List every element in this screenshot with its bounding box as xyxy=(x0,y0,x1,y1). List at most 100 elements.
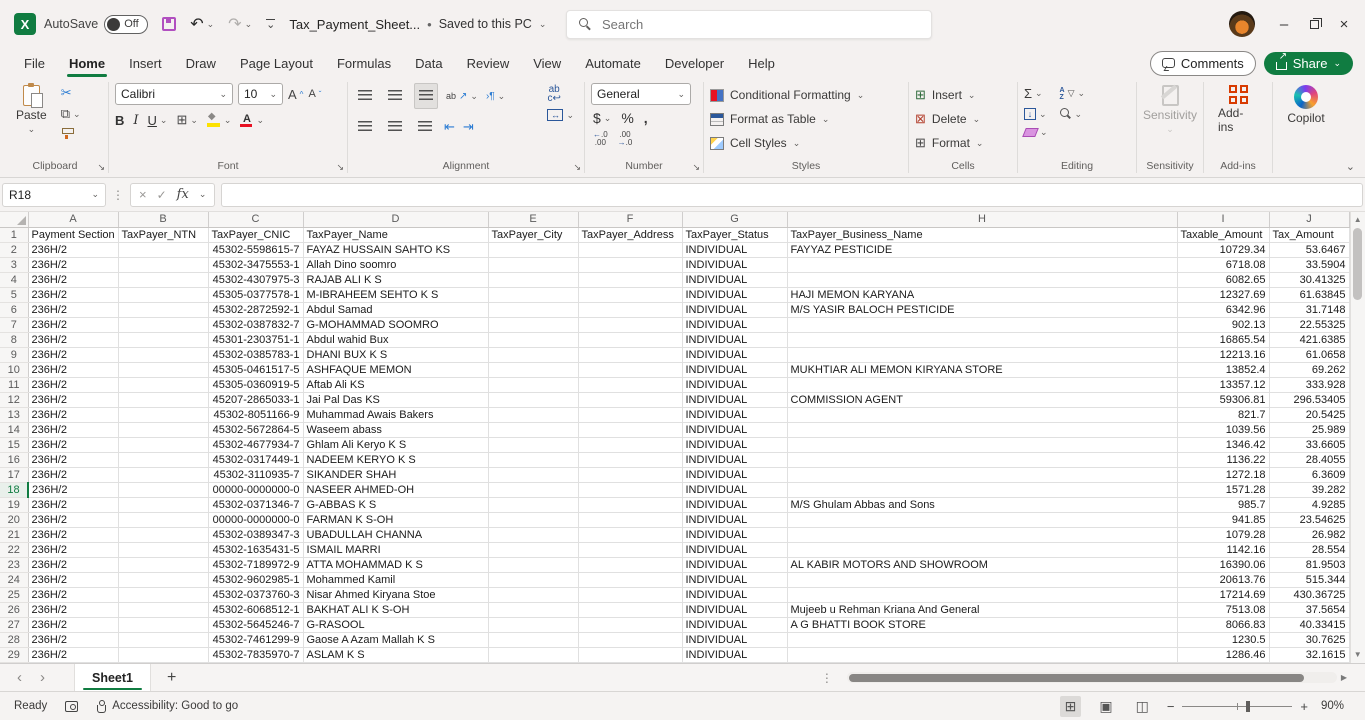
search-box[interactable] xyxy=(566,10,932,39)
cell[interactable]: 985.7 xyxy=(1177,497,1269,512)
cell[interactable]: TaxPayer_Address xyxy=(578,227,682,242)
cell[interactable]: MUKHTIAR ALI MEMON KIRYANA STORE xyxy=(787,362,1177,377)
row-header-24[interactable]: 24 xyxy=(0,572,28,587)
cell[interactable]: INDIVIDUAL xyxy=(682,557,787,572)
cell[interactable]: UBADULLAH CHANNA xyxy=(303,527,488,542)
cell[interactable] xyxy=(787,437,1177,452)
cell[interactable]: 236H/2 xyxy=(28,377,118,392)
cell[interactable] xyxy=(578,437,682,452)
row-header-3[interactable]: 3 xyxy=(0,257,28,272)
prev-sheet-icon[interactable]: ‹ xyxy=(8,669,31,686)
cell[interactable]: 12213.16 xyxy=(1177,347,1269,362)
cell[interactable] xyxy=(787,332,1177,347)
cell[interactable] xyxy=(488,287,578,302)
cell[interactable] xyxy=(578,467,682,482)
cell[interactable] xyxy=(787,452,1177,467)
cell[interactable]: 33.6605 xyxy=(1269,437,1349,452)
row-header-22[interactable]: 22 xyxy=(0,542,28,557)
cell[interactable]: 45302-7835970-7 xyxy=(208,647,303,662)
cell[interactable] xyxy=(488,302,578,317)
cell[interactable] xyxy=(578,242,682,257)
cell[interactable] xyxy=(488,272,578,287)
search-input[interactable] xyxy=(602,17,919,32)
cell[interactable] xyxy=(118,242,208,257)
cell[interactable] xyxy=(578,347,682,362)
cell[interactable]: INDIVIDUAL xyxy=(682,362,787,377)
row-header-27[interactable]: 27 xyxy=(0,617,28,632)
column-header-j[interactable]: J xyxy=(1269,212,1349,227)
cell[interactable]: 59306.81 xyxy=(1177,392,1269,407)
accounting-format-button[interactable]: $⌄ xyxy=(593,110,611,126)
zoom-thumb[interactable] xyxy=(1246,701,1250,712)
cell[interactable]: INDIVIDUAL xyxy=(682,452,787,467)
undo-icon[interactable]: ↶ xyxy=(190,14,203,34)
cell[interactable] xyxy=(488,512,578,527)
cell[interactable] xyxy=(118,377,208,392)
row-header-1[interactable]: 1 xyxy=(0,227,28,242)
autosave-switch[interactable]: Off xyxy=(104,15,148,34)
cell[interactable] xyxy=(118,437,208,452)
cell[interactable] xyxy=(578,602,682,617)
cell[interactable] xyxy=(578,272,682,287)
vertical-scrollbar[interactable]: ▲ ▼ xyxy=(1350,212,1365,663)
cell[interactable] xyxy=(118,512,208,527)
autosave-toggle[interactable]: AutoSave Off xyxy=(44,15,148,34)
cell[interactable] xyxy=(578,407,682,422)
cell[interactable]: 45302-0373760-3 xyxy=(208,587,303,602)
find-select-button[interactable]: ⌄ xyxy=(1060,108,1086,120)
number-format-select[interactable]: General⌄ xyxy=(591,83,691,105)
cell[interactable] xyxy=(118,587,208,602)
cell[interactable] xyxy=(488,317,578,332)
user-avatar[interactable] xyxy=(1229,11,1255,37)
cell[interactable] xyxy=(787,527,1177,542)
cell[interactable]: INDIVIDUAL xyxy=(682,332,787,347)
cell[interactable]: Taxable_Amount xyxy=(1177,227,1269,242)
cell[interactable]: 28.554 xyxy=(1269,542,1349,557)
cell[interactable]: Allah Dino soomro xyxy=(303,257,488,272)
cell[interactable]: 6342.96 xyxy=(1177,302,1269,317)
cell[interactable] xyxy=(118,257,208,272)
cell[interactable]: Jai Pal Das KS xyxy=(303,392,488,407)
row-header-19[interactable]: 19 xyxy=(0,497,28,512)
zoom-in-icon[interactable]: + xyxy=(1300,699,1308,714)
cell[interactable]: 1142.16 xyxy=(1177,542,1269,557)
cell[interactable]: Aftab Ali KS xyxy=(303,377,488,392)
cell[interactable]: 45302-9602985-1 xyxy=(208,572,303,587)
cell[interactable]: 20.5425 xyxy=(1269,407,1349,422)
cell[interactable] xyxy=(578,557,682,572)
cell[interactable]: Abdul Samad xyxy=(303,302,488,317)
cell[interactable]: 45302-7189972-9 xyxy=(208,557,303,572)
cell[interactable]: 45302-6068512-1 xyxy=(208,602,303,617)
addins-button[interactable]: Add-ins xyxy=(1210,83,1266,136)
column-header-a[interactable]: A xyxy=(28,212,118,227)
zoom-slider[interactable]: − + xyxy=(1167,699,1308,714)
cell[interactable]: INDIVIDUAL xyxy=(682,572,787,587)
row-header-7[interactable]: 7 xyxy=(0,317,28,332)
cell[interactable]: 61.63845 xyxy=(1269,287,1349,302)
cell[interactable] xyxy=(118,392,208,407)
cell[interactable] xyxy=(118,287,208,302)
cell[interactable]: Ghlam Ali Keryo K S xyxy=(303,437,488,452)
cell[interactable]: 941.85 xyxy=(1177,512,1269,527)
row-header-5[interactable]: 5 xyxy=(0,287,28,302)
cell[interactable] xyxy=(578,302,682,317)
cell[interactable]: 23.54625 xyxy=(1269,512,1349,527)
cell[interactable]: BAKHAT ALI K S-OH xyxy=(303,602,488,617)
cell[interactable] xyxy=(787,257,1177,272)
cell[interactable]: ASHFAQUE MEMON xyxy=(303,362,488,377)
cell[interactable] xyxy=(488,362,578,377)
cell[interactable]: 236H/2 xyxy=(28,617,118,632)
comments-button[interactable]: Comments xyxy=(1150,51,1256,76)
cell[interactable]: 236H/2 xyxy=(28,542,118,557)
cell[interactable] xyxy=(488,242,578,257)
autosum-button[interactable]: Σ⌄ xyxy=(1024,86,1048,101)
cell[interactable] xyxy=(488,257,578,272)
tab-draw[interactable]: Draw xyxy=(174,53,228,74)
cell[interactable] xyxy=(488,572,578,587)
row-header-20[interactable]: 20 xyxy=(0,512,28,527)
cell[interactable]: INDIVIDUAL xyxy=(682,257,787,272)
title-chevron-icon[interactable]: ⌄ xyxy=(539,19,547,30)
clear-button[interactable]: ⌄ xyxy=(1024,127,1048,138)
cell[interactable]: NASEER AHMED-OH xyxy=(303,482,488,497)
column-header-f[interactable]: F xyxy=(578,212,682,227)
